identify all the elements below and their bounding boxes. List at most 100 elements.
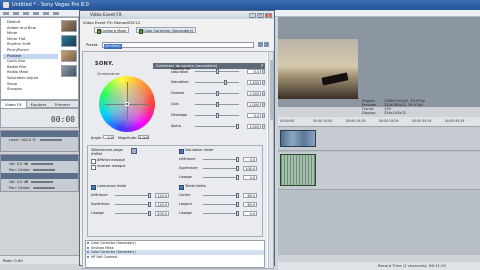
plugin-scrollbar[interactable] [268,52,273,268]
param-spin-button[interactable] [262,123,265,129]
limit-slider-knob[interactable] [148,210,151,216]
save-preset-icon[interactable] [258,42,263,47]
ruler-tick: 00:00:00 [280,119,295,123]
limit-slider-knob[interactable] [236,210,239,216]
preset-thumbnail[interactable] [61,50,77,62]
volume-slider[interactable] [31,181,54,183]
limit-name: Inférieure [179,157,196,161]
limit-slider-knob[interactable] [236,174,239,180]
param-spin-button[interactable] [262,90,265,96]
angle-field[interactable]: 0.0 [102,135,114,140]
eyedropper-icon[interactable] [131,148,137,154]
param-slider-knob[interactable] [215,90,219,96]
limit-slider-track[interactable] [115,203,151,205]
param-spin-button[interactable] [262,68,265,74]
tab-trimmer[interactable]: Trimmer [50,101,74,108]
preset-thumbnail[interactable] [61,65,77,77]
saturation-limit-checkbox[interactable]: Saturation limite [179,148,213,155]
limit-slider-knob[interactable] [148,201,151,207]
param-slider-track[interactable] [195,125,239,127]
toolbar-new-icon[interactable] [3,12,9,15]
limit-slider-track[interactable] [115,212,151,214]
param-value-field[interactable]: 1.000 [247,123,261,129]
limit-slider-knob[interactable] [236,192,239,198]
volume-slider[interactable] [31,163,54,165]
close-button[interactable]: x [265,13,272,18]
audio-track-header[interactable]: Vol: 0.0 dB Pan: Center Vol: 0.0 dB Pan:… [0,154,79,192]
luminance-limit-checkbox[interactable]: Luminance limite [91,184,126,191]
limit-value-field[interactable]: 60.0 [243,192,257,198]
toolbar-paste-icon[interactable] [53,12,59,15]
limit-value-field[interactable]: 120.0 [155,201,169,207]
hue-limit-checkbox[interactable]: Teinte limite [179,184,206,191]
color-wheel[interactable] [99,76,155,132]
param-value-field[interactable]: 0.0 [247,68,261,74]
video-track-header[interactable]: Level: 100.0 % [0,130,79,152]
maximize-button[interactable]: □ [257,13,264,18]
limit-slider-track[interactable] [203,176,239,178]
limit-slider-knob[interactable] [236,165,239,171]
fx-list-item[interactable]: Sharpen [3,87,58,93]
limit-slider-track[interactable] [203,194,239,196]
audio-clip[interactable] [280,154,316,186]
param-slider-knob[interactable] [215,68,219,74]
minimize-button[interactable]: _ [249,13,256,18]
param-value-field[interactable]: 1.000 [247,90,261,96]
limit-slider-track[interactable] [203,212,239,214]
chain-button-color-corrector[interactable]: Color Corrector (Secondary) [136,26,197,34]
toolbar-open-icon[interactable] [13,12,19,15]
param-spin-button[interactable] [262,79,265,85]
pan-slider[interactable] [32,187,55,189]
tab-video-fx[interactable]: Video FX [1,101,27,108]
toolbar-copy-icon[interactable] [43,12,49,15]
param-spin-button[interactable] [262,112,265,118]
vegas-app-icon [3,2,9,8]
param-slider-knob[interactable] [236,123,239,129]
preset-thumbnail[interactable] [61,20,77,32]
timeline-ruler[interactable]: 00:00:00 00:00:10;00 00:00:19;29 00:00:29;2… [278,117,480,127]
limit-slider-track[interactable] [203,158,239,160]
invert-mask-checkbox[interactable]: Inverser masque [91,164,126,171]
param-value-field[interactable]: 0.0 [247,112,261,118]
limit-value-field[interactable]: 0.0 [243,156,257,162]
pan-slider[interactable] [32,169,55,171]
limit-slider-knob[interactable] [236,201,239,207]
toolbar-cut-icon[interactable] [33,12,39,15]
param-slider-track[interactable] [195,81,239,83]
param-value-field[interactable]: 1.400 [247,79,261,85]
param-slider-knob[interactable] [215,101,219,107]
fx-dialog-title-bar[interactable]: Video Event FX _ □ x [80,11,274,19]
limit-slider-track[interactable] [203,203,239,205]
chain-list-item[interactable]: HP Soft Contrast [86,255,264,260]
limit-value-field[interactable]: 0.0 [243,210,257,216]
video-clip[interactable] [280,130,316,147]
chain-button-unsharp-mask[interactable]: Unsharp Mask [94,26,130,34]
limit-slider-track[interactable] [115,194,151,196]
fx-chain-list: Color Corrector (Secondary) Unsharp Mask C… [85,240,265,268]
preset-dropdown[interactable]: (Untitled) [102,42,254,49]
show-mask-checkbox[interactable]: Afficher masque [91,158,125,165]
track-row-value: Center [17,186,30,190]
param-slider-knob[interactable] [215,112,219,118]
param-spin-button[interactable] [262,101,265,107]
limit-value-field[interactable]: 100.0 [243,165,257,171]
limit-value-field[interactable]: 200.0 [155,210,169,216]
limit-slider-knob[interactable] [148,192,151,198]
limit-slider-knob[interactable] [236,156,239,162]
limit-value-field[interactable]: 60.0 [243,201,257,207]
limit-value-field[interactable]: 120.0 [155,192,169,198]
scrollbar-thumb[interactable] [270,60,273,120]
param-slider-knob[interactable] [223,79,227,85]
wheel-handle[interactable] [125,102,129,106]
ruler-tick: 00:00:49;29 [445,119,465,123]
tab-explorer[interactable]: Explorer [27,101,51,108]
delete-preset-icon[interactable] [264,42,269,47]
limit-value-field[interactable]: 0.0 [243,174,257,180]
param-value-field[interactable]: 1.000 [247,101,261,107]
limit-slider-track[interactable] [203,167,239,169]
timeline-area[interactable] [278,127,480,255]
magnitude-field[interactable]: 0.000 [138,135,150,140]
level-slider[interactable] [39,139,62,141]
preset-thumbnail[interactable] [61,35,77,47]
toolbar-save-icon[interactable] [23,12,29,15]
